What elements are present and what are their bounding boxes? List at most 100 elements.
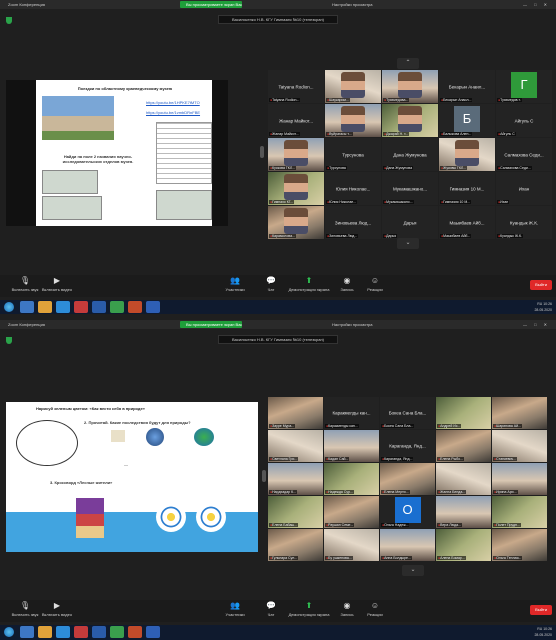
view-options-menu[interactable]: Настройки просмотра [332, 320, 373, 329]
participant-tile[interactable]: Станкевич... [492, 430, 547, 462]
taskbar-app-yandex[interactable] [128, 626, 142, 638]
share-screen-icon: ⬆ [305, 601, 313, 610]
participant-tile[interactable]: Зауре Мура... [268, 397, 323, 429]
participant-tile[interactable]: Елена Рыбо... [436, 430, 491, 462]
participant-tile[interactable]: Алена Бомар... [436, 529, 491, 561]
participant-tile[interactable]: Жанна Бенда... [436, 463, 491, 495]
participant-tile[interactable]: Караганда, Янд... Караганда, Янд... [380, 430, 435, 462]
participant-tile[interactable]: Гимнахо КГ... [268, 172, 324, 205]
participant-tile[interactable]: Салмахова Седи... Салмахова Седи... [496, 138, 552, 171]
start-video-button[interactable]: ▶ Включить видео [34, 602, 80, 618]
participant-tile[interactable]: Полет Прудн... [492, 496, 547, 528]
taskbar-app-powerpoint[interactable] [74, 626, 88, 638]
view-options-menu[interactable]: Настройки просмотра [332, 0, 373, 9]
participant-label: Ольга Надеж... [381, 523, 410, 527]
participant-label: Зиновьева Люд... [326, 234, 359, 238]
participant-tile[interactable]: Надежда Сур... [324, 463, 379, 495]
participant-tile[interactable]: Карамолова... [268, 206, 324, 239]
gallery-up-button[interactable]: ⌃ [397, 58, 419, 69]
participant-tile[interactable]: Турсунова Турсунова [325, 138, 381, 171]
taskbar-app-media[interactable] [92, 301, 106, 313]
chat-icon: 💬 [266, 276, 276, 285]
participant-tile[interactable]: Шарипова Ай... [492, 397, 547, 429]
reactions-button[interactable]: ☺ Реакции [352, 277, 398, 293]
participant-tile[interactable]: Шаукарим... [325, 70, 381, 103]
participant-tile[interactable]: Гимназия 10 М... Гимназия 10 М... [439, 172, 495, 205]
participant-tile[interactable]: Анна Болдыре... [380, 529, 435, 561]
participant-tile[interactable]: Андрей Ис... [436, 397, 491, 429]
window-controls[interactable]: — □ ✕ [523, 320, 550, 329]
splitter-handle[interactable] [260, 146, 264, 158]
participant-tile[interactable]: Ихан Ихан [496, 172, 552, 205]
participant-tile[interactable]: Куандык Ж.К. Куандык Ж.К. [496, 206, 552, 239]
taskbar-app-folder[interactable] [38, 626, 52, 638]
globe-image [146, 428, 164, 446]
splitter-handle[interactable] [262, 470, 266, 482]
participant-tile[interactable]: Жанар Майкот... Жанар Майкот... [268, 104, 324, 137]
participant-tile[interactable]: Ирина Ари... [492, 463, 547, 495]
participant-tile[interactable]: Дарья Дарья [382, 206, 438, 239]
participant-tile[interactable]: Светлана Гри... [268, 430, 323, 462]
participant-tile[interactable]: Кадан Сай... [324, 430, 379, 462]
taskbar-app-word[interactable] [146, 301, 160, 313]
participant-tile[interactable]: Елена Мерти... [380, 463, 435, 495]
taskbar-app-media[interactable] [92, 626, 106, 638]
participant-name: Бекарын Анаил... [448, 84, 486, 89]
participant-tile[interactable]: Гульнара Сул... [268, 529, 323, 561]
taskbar-app-zoom[interactable] [56, 301, 70, 313]
participant-tile[interactable]: ООльга Надеж... [380, 496, 435, 528]
slide-link-1[interactable]: https://youtu.be/1HPKE7tMTO [146, 100, 200, 105]
participant-label: Карамолова... [269, 234, 296, 238]
participant-tile[interactable]: Зиновьева Люд... Зиновьева Люд... [325, 206, 381, 239]
taskbar-app-powerpoint[interactable] [74, 301, 88, 313]
participant-tile[interactable]: Джарай Н. т... [382, 104, 438, 137]
participant-tile[interactable]: ГТуяхмедов.т. [496, 70, 552, 103]
participant-tile[interactable]: Елена Бабаш... [268, 496, 323, 528]
sharer-banner: Васильченко Н.В. КГУ Гимназия №10 (телеэ… [218, 15, 338, 24]
participant-tile[interactable]: Туяхмедова... [382, 70, 438, 103]
participant-tile[interactable]: Юлия Николае... Юлия Николае... [325, 172, 381, 205]
taskbar-app-chrome[interactable] [110, 301, 124, 313]
sharing-status-badge[interactable]: Вы просматриваете экран Васильченко Н.В.… [180, 1, 242, 8]
participant-tile[interactable]: ББалыкова Ален... [439, 104, 495, 137]
taskbar-app-explorer[interactable] [20, 626, 34, 638]
participant-tile[interactable]: Дана Жумунова Дана Жумунова [382, 138, 438, 171]
reactions-button[interactable]: ☺ Реакции [352, 602, 398, 618]
participant-label: Вуйрагасы т... [326, 132, 353, 136]
participant-tile[interactable]: Каракмелды кан... Каракмелды кан... [324, 397, 379, 429]
taskbar-app-folder[interactable] [38, 301, 52, 313]
participant-tile[interactable]: Tatyana Rodion... Tatyana Rodion... [268, 70, 324, 103]
participant-tile[interactable]: Маыибаев Айб... Маыибаев Айб... [439, 206, 495, 239]
participant-tile[interactable]: Бу ушкенова... [324, 529, 379, 561]
participant-label: Мукамашжано... [383, 200, 414, 204]
taskbar-app-yandex[interactable] [128, 301, 142, 313]
participant-tile[interactable]: Жуковы ГКЛ... [439, 138, 495, 171]
participant-tile[interactable]: Раушан Семе... [324, 496, 379, 528]
participant-tile[interactable]: Нардхадар К... [268, 463, 323, 495]
participant-name: Жанар Майкот... [278, 118, 313, 123]
participant-tile[interactable]: Айгуль С Айгуль С [496, 104, 552, 137]
start-button[interactable] [4, 302, 14, 312]
participant-tile[interactable]: Мукамашжано... Мукамашжано... [382, 172, 438, 205]
gallery-down-button[interactable]: ⌄ [402, 565, 424, 576]
start-button[interactable] [4, 627, 14, 637]
participant-tile[interactable]: Вуйрагасы т... [325, 104, 381, 137]
window-controls[interactable]: — □ ✕ [523, 0, 550, 9]
taskbar-app-zoom[interactable] [56, 626, 70, 638]
zoom-window-bottom: Zoom Конференция Вы просматриваете экран… [0, 320, 556, 640]
taskbar-app-chrome[interactable] [110, 626, 124, 638]
leave-meeting-button[interactable]: Выйти [530, 605, 552, 615]
taskbar-app-explorer[interactable] [20, 301, 34, 313]
taskbar-app-word[interactable] [146, 626, 160, 638]
participant-tile[interactable]: Вера Люда... [436, 496, 491, 528]
slide-link-2[interactable]: https://youtu.be/1vmbDRnFBE [146, 110, 200, 115]
leave-meeting-button[interactable]: Выйти [530, 280, 552, 290]
sharing-status-badge[interactable]: Вы просматриваете экран Васильченко Н.В.… [180, 321, 242, 328]
start-video-button[interactable]: ▶ Включить видео [34, 277, 80, 293]
participant-tile[interactable]: Бокеа Сана Бла... Бокеа Сана Бла... [380, 397, 435, 429]
participant-tile[interactable]: Бекарын Анаил... Бекарын Анаил... [439, 70, 495, 103]
participant-tile[interactable]: Ольга Теплая... [492, 529, 547, 561]
participant-tile[interactable]: Кускова ГКЛ... [268, 138, 324, 171]
gallery-down-button[interactable]: ⌄ [397, 238, 419, 249]
participant-name: Мукамашжано... [392, 186, 428, 191]
